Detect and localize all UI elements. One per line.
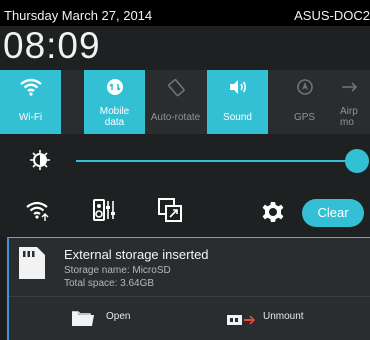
unmount-action-label: Unmount: [263, 311, 304, 322]
status-device-name: ASUS-DOC2: [294, 8, 370, 23]
status-date: Thursday March 27, 2014: [4, 8, 153, 23]
notification-title: External storage inserted: [64, 247, 209, 262]
gps-toggle[interactable]: GPS: [274, 70, 335, 134]
wifi-settings-icon[interactable]: [26, 200, 52, 227]
brightness-icon: [30, 150, 50, 175]
screen-mirror-icon[interactable]: [158, 198, 182, 227]
notification-storage-name: Storage name: MicroSD: [64, 265, 171, 276]
auto-rotate-toggle[interactable]: Auto-rotate: [145, 70, 206, 134]
airplane-icon: [336, 78, 370, 98]
unmount-icon: [227, 313, 256, 331]
notification-total-space: Total space: 3.64GB: [64, 278, 155, 289]
sound-label: Sound: [223, 112, 252, 123]
mobile-data-icon: [84, 78, 145, 98]
clear-button[interactable]: Clear: [302, 199, 364, 227]
auto-rotate-label: Auto-rotate: [150, 112, 201, 123]
folder-icon: [72, 310, 94, 331]
open-action-label: Open: [106, 311, 131, 322]
gps-icon: [274, 78, 335, 98]
sd-card-icon: [19, 247, 45, 284]
unmount-action-button[interactable]: Unmount: [224, 305, 364, 333]
notification-divider: [9, 296, 370, 297]
wifi-label: Wi-Fi: [18, 112, 43, 123]
sound-icon: [207, 78, 268, 98]
brightness-row: [0, 134, 370, 190]
settings-gear-icon[interactable]: [262, 201, 284, 228]
mobile-data-toggle[interactable]: Mobile data: [84, 70, 145, 134]
sound-toggle[interactable]: Sound: [207, 70, 268, 134]
brightness-slider-thumb[interactable]: [345, 149, 369, 173]
airplane-mode-label: Airp mo: [340, 106, 358, 128]
clock[interactable]: 08:09: [3, 26, 101, 66]
brightness-slider-track[interactable]: [76, 160, 360, 162]
gps-label: GPS: [293, 112, 316, 123]
audio-wizard-icon[interactable]: [93, 198, 117, 227]
auto-rotate-icon: [145, 78, 206, 98]
open-action-button[interactable]: Open: [66, 305, 196, 333]
airplane-mode-toggle[interactable]: Airp mo: [336, 70, 370, 134]
wifi-icon: [0, 78, 61, 98]
mobile-data-label: Mobile data: [99, 106, 130, 128]
wifi-toggle[interactable]: Wi-Fi: [0, 70, 61, 134]
